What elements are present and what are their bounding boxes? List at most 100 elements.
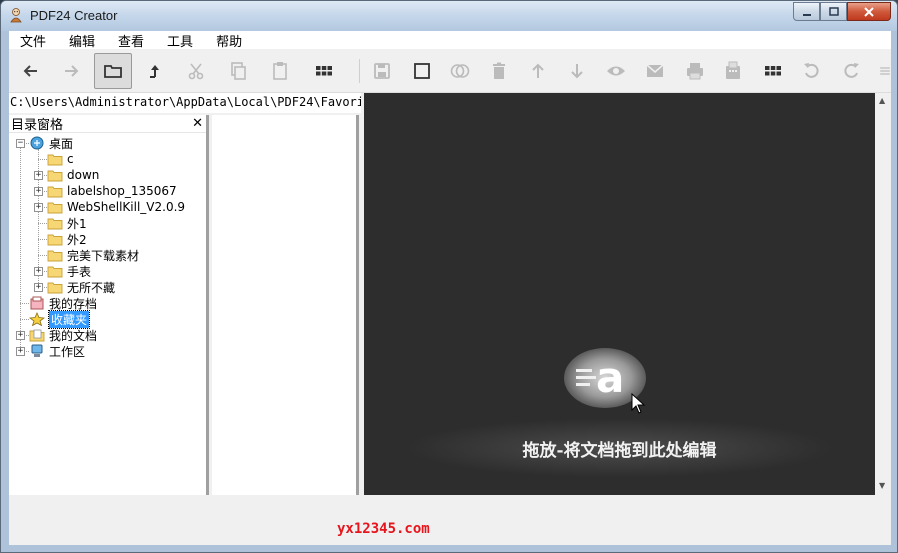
tree-item-label: labelshop_135067 <box>67 184 177 198</box>
tree-item-label: 完美下载素材 <box>67 248 140 263</box>
menu-view[interactable]: 查看 <box>107 31 156 50</box>
tree-connector-line <box>38 255 47 256</box>
fax-button[interactable] <box>714 53 752 89</box>
menu-tools[interactable]: 工具 <box>156 31 205 50</box>
archive-icon <box>29 296 45 310</box>
tree-item[interactable]: c <box>47 151 74 167</box>
tree-item[interactable]: 工作区 <box>29 343 85 359</box>
save-button[interactable] <box>363 53 401 89</box>
tree-item[interactable]: 外1 <box>47 215 87 231</box>
expand-icon[interactable]: + <box>34 203 43 212</box>
paste-button[interactable] <box>261 53 299 89</box>
directory-pane-button[interactable] <box>94 53 132 89</box>
main-content: C:\Users\Administrator\AppData\Local\PDF… <box>9 93 891 495</box>
rotate-left-button[interactable] <box>793 53 831 89</box>
status-bar: yx12345.com <box>9 495 891 545</box>
cut-button[interactable] <box>177 53 215 89</box>
tree-item[interactable]: 无所不藏 <box>47 279 115 295</box>
collapse-icon[interactable]: − <box>16 139 25 148</box>
folder-icon <box>47 232 63 246</box>
tree-item[interactable]: down <box>47 167 99 183</box>
watermark-text: yx12345.com <box>337 521 430 537</box>
select-button[interactable] <box>403 53 441 89</box>
folder-icon <box>47 200 63 214</box>
mouse-cursor-icon <box>631 393 645 414</box>
rotate-right-button[interactable] <box>832 53 870 89</box>
close-button[interactable] <box>847 2 891 21</box>
folder-icon <box>47 264 63 278</box>
merge-button[interactable] <box>441 53 479 89</box>
rotate-right-icon <box>844 63 859 78</box>
menu-edit[interactable]: 编辑 <box>58 31 107 50</box>
minimize-button[interactable] <box>793 2 820 21</box>
pane-close-icon[interactable]: ✕ <box>192 116 203 131</box>
printer-icon <box>687 63 703 80</box>
tree-item-label: down <box>67 168 100 182</box>
expand-icon[interactable]: + <box>16 331 25 340</box>
tree-item-label: 我的文档 <box>49 328 98 343</box>
folder-icon <box>47 152 63 166</box>
folder-icon <box>47 248 63 262</box>
envelope-icon <box>646 64 664 77</box>
menu-help[interactable]: 帮助 <box>205 31 254 50</box>
page-grid-button[interactable] <box>754 53 792 89</box>
drop-logo-speed-lines <box>576 369 596 390</box>
window-controls <box>793 2 891 21</box>
expand-icon[interactable]: + <box>34 187 43 196</box>
toolbar-separator <box>359 59 360 83</box>
path-field[interactable]: C:\Users\Administrator\AppData\Local\PDF… <box>9 93 361 113</box>
tree-item[interactable]: 外2 <box>47 231 87 247</box>
move-up-button[interactable] <box>519 53 557 89</box>
document-drop-area[interactable]: a 拖放-将文档拖到此处编辑 <box>364 93 875 495</box>
folder-icon <box>47 168 63 182</box>
tree-item-label: 我的存档 <box>49 296 98 311</box>
preview-scrollbar[interactable]: ▲ ▼ <box>875 93 891 495</box>
tree-item[interactable]: labelshop_135067 <box>47 183 177 199</box>
scroll-up-arrow-icon[interactable]: ▲ <box>879 96 885 105</box>
email-button[interactable] <box>636 53 674 89</box>
up-folder-button[interactable] <box>136 53 174 89</box>
maximize-button[interactable] <box>820 2 847 21</box>
tree-item[interactable]: WebShellKill_V2.0.9 <box>47 199 185 215</box>
pdf24-app-icon <box>10 8 22 23</box>
copy-button[interactable] <box>219 53 257 89</box>
merge-rings-icon <box>450 64 470 78</box>
tree-item[interactable]: 我的文档 <box>29 327 97 343</box>
copy-icon <box>231 62 246 80</box>
scissors-icon <box>188 63 204 80</box>
arrow-down-icon <box>571 64 583 79</box>
minimize-icon <box>802 13 811 16</box>
view-mode-button[interactable] <box>305 53 343 89</box>
grid-icon <box>316 66 332 76</box>
tree-item[interactable]: 完美下载素材 <box>47 247 139 263</box>
folder-icon <box>47 184 63 198</box>
window-title: PDF24 Creator <box>30 8 118 23</box>
title-bar[interactable]: PDF24 Creator <box>1 1 897 31</box>
menu-file[interactable]: 文件 <box>9 31 58 50</box>
tree-item-label: 无所不藏 <box>67 280 116 295</box>
fax-icon <box>726 61 740 79</box>
file-list-pane[interactable] <box>212 115 359 495</box>
tree-item[interactable]: 桌面 <box>29 135 73 151</box>
more-button[interactable] <box>869 53 891 89</box>
forward-button[interactable] <box>52 53 90 89</box>
expand-icon[interactable]: + <box>34 171 43 180</box>
tree-connector-line <box>38 239 47 240</box>
tree-item[interactable]: 收藏夹 <box>28 309 91 329</box>
delete-button[interactable] <box>480 53 518 89</box>
move-down-button[interactable] <box>558 53 596 89</box>
toolbar <box>9 49 891 93</box>
back-button[interactable] <box>12 53 50 89</box>
tree-item-label: c <box>67 152 74 166</box>
workspace-icon <box>29 344 45 358</box>
expand-icon[interactable]: + <box>34 283 43 292</box>
scroll-down-arrow-icon[interactable]: ▼ <box>879 481 885 490</box>
square-icon <box>414 63 430 79</box>
preview-button[interactable] <box>597 53 635 89</box>
print-button[interactable] <box>676 53 714 89</box>
expand-icon[interactable]: + <box>16 347 25 356</box>
expand-icon[interactable]: + <box>34 267 43 276</box>
tree-item[interactable]: 我的存档 <box>29 295 97 311</box>
tree-item[interactable]: 手表 <box>47 263 91 279</box>
tree-connector-line <box>20 319 29 320</box>
